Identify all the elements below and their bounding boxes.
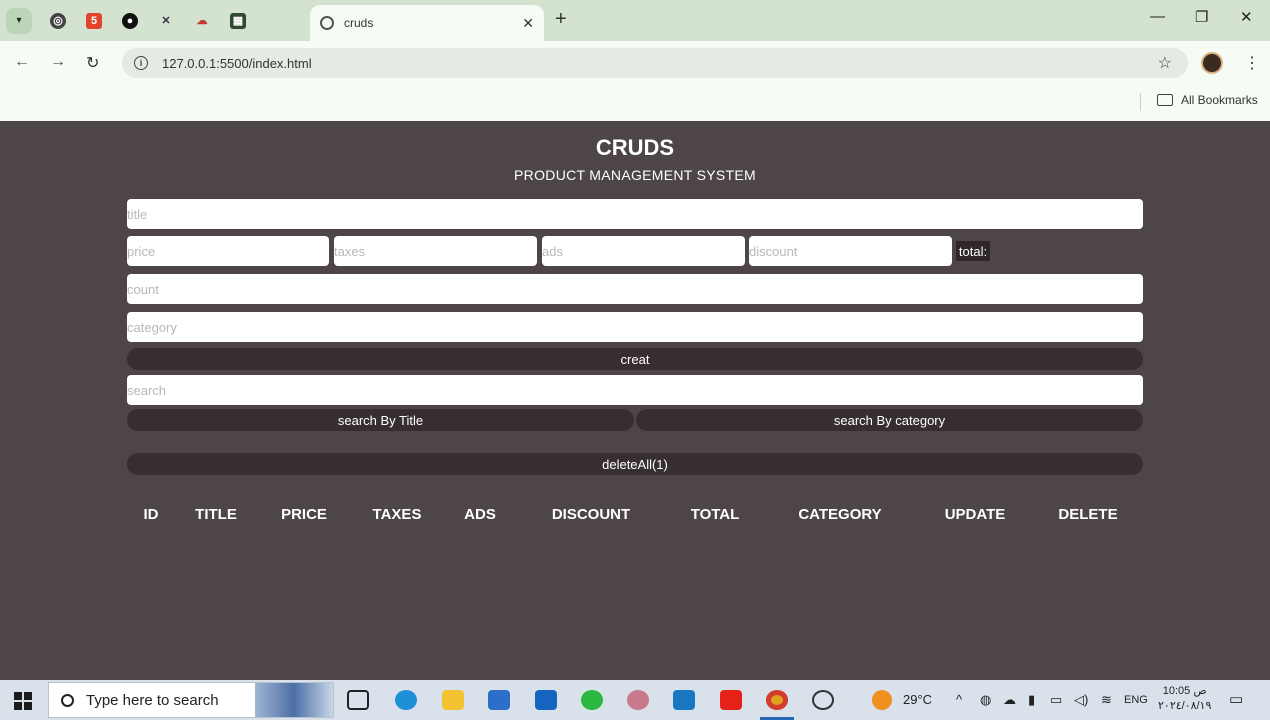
chrome-icon[interactable]	[766, 690, 788, 710]
microsoft-store-icon[interactable]	[488, 690, 510, 710]
close-tab-icon[interactable]: ✕	[522, 15, 534, 32]
bookmark-star-icon[interactable]: ☆	[1158, 53, 1172, 73]
table-header: ID TITLE PRICE TAXES ADS DISCOUNT TOTAL …	[127, 506, 1143, 536]
forward-button[interactable]: →	[50, 53, 66, 71]
bookmarks-divider	[1140, 93, 1141, 111]
back-button[interactable]: ←	[14, 53, 30, 71]
close-window-button[interactable]: ✕	[1240, 8, 1253, 26]
file-explorer-icon[interactable]	[442, 690, 464, 710]
column-header-taxes: TAXES	[372, 506, 422, 523]
chrome-app-icon: ◎	[50, 12, 66, 29]
browser-tab-strip: ▾ ◎ 5 ● ✕ ☁ ▦ cruds ✕ + — ❐ ✕	[0, 0, 1270, 41]
page-title: CRUDS	[595, 135, 675, 160]
search-by-title-button[interactable]: search By Title	[127, 409, 634, 431]
github-icon: ●	[122, 12, 138, 29]
category-input[interactable]	[127, 312, 1143, 342]
count-input[interactable]	[127, 274, 1143, 304]
title-input[interactable]	[127, 199, 1143, 229]
column-header-ads: ADS	[464, 506, 496, 523]
windows-start-button[interactable]	[14, 692, 32, 710]
notifications-icon[interactable]: ▭	[1229, 690, 1243, 708]
restore-button[interactable]: ❐	[1195, 8, 1208, 26]
tab-title: cruds	[344, 16, 374, 30]
html5-icon: 5	[86, 12, 102, 29]
search-highlight-image	[255, 683, 333, 717]
pinned-tab-1[interactable]: ◎	[40, 6, 76, 36]
wifi-icon[interactable]: ≋	[1101, 692, 1112, 708]
search-input[interactable]	[127, 375, 1143, 405]
column-header-discount: DISCOUNT	[551, 506, 631, 523]
pinned-tab-6[interactable]: ▦	[220, 6, 256, 36]
column-header-delete: DELETE	[1058, 506, 1118, 523]
whatsapp-icon[interactable]	[581, 690, 603, 710]
bookmarks-bar: All Bookmarks	[0, 85, 1270, 121]
taxes-input[interactable]	[334, 236, 537, 266]
price-input[interactable]	[127, 236, 329, 266]
menu-kebab-icon[interactable]: ⋮	[1244, 53, 1260, 73]
pinned-tab-4[interactable]: ✕	[148, 6, 184, 36]
new-tab-button[interactable]: +	[555, 8, 567, 31]
create-button[interactable]: creat	[127, 348, 1143, 370]
system-clock[interactable]: 10:05 ص ٢٠٢٤/٠٨/١٩	[1158, 684, 1211, 714]
column-header-total: TOTAL	[690, 506, 740, 523]
column-header-category: CATEGORY	[798, 506, 882, 523]
site-info-icon[interactable]: i	[134, 56, 148, 70]
minimize-button[interactable]: —	[1150, 8, 1165, 25]
url-text: 127.0.0.1:5500/index.html	[162, 55, 312, 71]
globe-icon	[320, 16, 334, 30]
weather-sun-icon[interactable]	[872, 690, 892, 710]
game-app-icon[interactable]	[627, 690, 649, 710]
taskbar-search-placeholder: Type here to search	[86, 691, 219, 709]
task-view-icon[interactable]	[347, 690, 369, 710]
pinned-tab-3[interactable]: ●	[112, 6, 148, 36]
vscode-icon[interactable]	[673, 690, 695, 710]
tab-search-button[interactable]: ▾	[6, 7, 32, 34]
windows-taskbar: Type here to search 29°C ^ ◍ ☁ ▮ ▭ ◁) ≋ …	[0, 680, 1270, 720]
column-header-update: UPDATE	[944, 506, 1006, 523]
total-badge: total:	[956, 241, 990, 261]
language-indicator[interactable]: ENG	[1124, 694, 1148, 706]
app-icon: ▦	[230, 12, 246, 29]
tools-icon: ✕	[161, 15, 171, 27]
clock-app-icon[interactable]	[812, 690, 834, 710]
folder-icon[interactable]	[1157, 94, 1173, 106]
ads-input[interactable]	[542, 236, 745, 266]
pinned-tab-5[interactable]: ☁	[184, 6, 220, 36]
onedrive-icon[interactable]: ☁	[1003, 692, 1016, 708]
reload-button[interactable]: ↻	[86, 53, 99, 73]
address-bar[interactable]: i 127.0.0.1:5500/index.html ☆	[122, 48, 1188, 78]
column-header-id: ID	[143, 506, 159, 523]
search-icon	[61, 693, 74, 707]
pinned-tab-2[interactable]: 5	[76, 6, 112, 36]
page-content: CRUDS PRODUCT MANAGEMENT SYSTEM total: c…	[0, 121, 1270, 680]
taskbar-search-box[interactable]: Type here to search	[48, 682, 334, 718]
microphone-icon[interactable]: ▮	[1028, 692, 1035, 708]
cloud-icon: ☁	[196, 15, 208, 27]
column-header-price: PRICE	[281, 506, 327, 523]
column-header-title: TITLE	[195, 506, 237, 523]
delete-all-button[interactable]: deleteAll(1)	[127, 453, 1143, 475]
page-subtitle: PRODUCT MANAGEMENT SYSTEM	[514, 167, 756, 183]
volume-icon[interactable]: ◁)	[1074, 692, 1088, 708]
edge-icon[interactable]	[395, 690, 417, 710]
active-tab[interactable]: cruds ✕	[310, 5, 544, 41]
clock-time: 10:05 ص	[1162, 685, 1207, 697]
profile-avatar[interactable]	[1201, 52, 1223, 74]
mail-icon[interactable]	[535, 690, 557, 710]
discount-input[interactable]	[749, 236, 952, 266]
all-bookmarks-link[interactable]: All Bookmarks	[1181, 93, 1258, 107]
clock-date: ٢٠٢٤/٠٨/١٩	[1158, 700, 1212, 712]
battery-icon[interactable]: ▭	[1050, 692, 1062, 708]
tray-app-icon[interactable]: ◍	[980, 692, 991, 708]
temperature[interactable]: 29°C	[903, 692, 932, 707]
youtube-icon[interactable]	[720, 690, 742, 710]
search-by-category-button[interactable]: search By category	[636, 409, 1143, 431]
show-hidden-icons[interactable]: ^	[956, 692, 962, 707]
